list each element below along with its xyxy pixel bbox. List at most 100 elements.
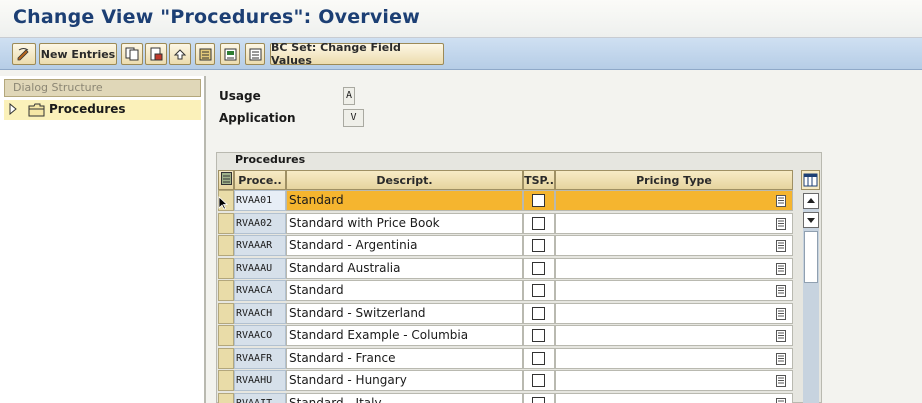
value-help-icon[interactable] [776, 375, 786, 390]
mouse-pointer-icon [218, 196, 229, 213]
value-help-icon[interactable] [776, 307, 786, 323]
row-selector[interactable] [218, 392, 234, 403]
application-field: V [343, 109, 364, 127]
select-all-button[interactable] [195, 43, 215, 65]
tsp-checkbox[interactable] [532, 351, 545, 365]
folder-open-icon [28, 103, 46, 120]
select-all-rows-button[interactable] [218, 170, 234, 190]
row-selector[interactable] [218, 370, 234, 391]
application-label: Application [219, 111, 296, 125]
row-selector[interactable] [218, 257, 234, 279]
pricing-type-field[interactable] [555, 257, 793, 279]
tsp-cell [523, 370, 555, 391]
table-settings-button[interactable] [801, 170, 820, 190]
description-cell[interactable]: Standard - Argentinia [286, 235, 523, 256]
pricing-type-field[interactable] [555, 370, 793, 391]
description-cell[interactable]: Standard - Hungary [286, 370, 523, 391]
column-header-description[interactable]: Descript. [286, 170, 523, 190]
tsp-cell [523, 280, 555, 301]
tsp-checkbox[interactable] [532, 239, 545, 252]
value-help-icon[interactable] [776, 352, 786, 368]
description-cell[interactable]: Standard Example - Columbia [286, 325, 523, 346]
dialog-structure-header: Dialog Structure [4, 79, 201, 97]
value-help-icon[interactable] [776, 217, 786, 233]
tsp-cell [523, 325, 555, 346]
pricing-type-field[interactable] [555, 280, 793, 301]
select-all-icon [199, 48, 212, 61]
row-selector[interactable] [218, 280, 234, 301]
pricing-type-field[interactable] [555, 212, 793, 234]
procedure-cell[interactable]: RVAAHU [234, 370, 286, 391]
tsp-cell [523, 235, 555, 256]
value-help-icon[interactable] [776, 330, 786, 345]
tsp-checkbox[interactable] [532, 261, 545, 275]
dialog-structure-item-procedures[interactable]: Procedures [4, 100, 201, 120]
select-block-button[interactable] [220, 43, 240, 65]
bc-set-change-field-values-button[interactable]: BC Set: Change Field Values [270, 41, 444, 67]
column-header-pricing-type[interactable]: Pricing Type [555, 170, 793, 190]
description-cell[interactable]: Standard - Switzerland [286, 302, 523, 324]
procedure-cell[interactable]: RVAACO [234, 325, 286, 346]
row-selector[interactable] [218, 347, 234, 369]
description-cell[interactable]: Standard Australia [286, 257, 523, 279]
description-cell[interactable]: Standard with Price Book [286, 212, 523, 234]
description-cell[interactable]: Standard [286, 280, 523, 301]
expand-triangle-icon[interactable] [8, 102, 18, 118]
tsp-checkbox[interactable] [532, 216, 545, 230]
tsp-cell [523, 302, 555, 324]
procedure-cell[interactable]: RVAA01 [234, 190, 286, 211]
pricing-type-field[interactable] [555, 190, 793, 211]
undo-button[interactable] [169, 43, 191, 65]
scroll-down-button[interactable] [803, 212, 819, 228]
value-help-icon[interactable] [776, 285, 786, 300]
procedure-cell[interactable]: RVAAAR [234, 235, 286, 256]
description-cell[interactable]: Standard - Italy [286, 392, 523, 403]
procedure-cell[interactable]: RVAAFR [234, 347, 286, 369]
row-selector[interactable] [218, 325, 234, 346]
table-select-icon [220, 172, 232, 188]
tsp-checkbox[interactable] [532, 306, 545, 320]
row-selector[interactable] [218, 302, 234, 324]
scroll-thumb[interactable] [804, 231, 818, 283]
table-vertical-scrollbar[interactable] [803, 193, 819, 403]
value-help-icon[interactable] [776, 195, 786, 210]
tsp-checkbox[interactable] [532, 284, 545, 297]
scroll-up-button[interactable] [803, 193, 819, 209]
description-cell[interactable]: Standard [286, 190, 523, 211]
new-entries-button[interactable]: New Entries [39, 43, 117, 65]
tsp-cell [523, 212, 555, 234]
tsp-checkbox[interactable] [532, 374, 545, 387]
deselect-all-button[interactable] [245, 43, 265, 65]
pricing-type-field[interactable] [555, 302, 793, 324]
value-help-icon[interactable] [776, 240, 786, 255]
tsp-checkbox[interactable] [532, 329, 545, 342]
dialog-structure-panel: Dialog Structure Procedures [0, 76, 206, 403]
procedure-cell[interactable]: RVAACH [234, 302, 286, 324]
display-change-button[interactable] [12, 43, 36, 65]
column-header-procedure[interactable]: Proce.. [234, 170, 286, 190]
pricing-type-field[interactable] [555, 347, 793, 369]
row-selector[interactable] [218, 212, 234, 234]
tsp-checkbox[interactable] [532, 194, 545, 207]
tsp-checkbox[interactable] [532, 396, 545, 403]
procedure-cell[interactable]: RVAAAU [234, 257, 286, 279]
pricing-type-field[interactable] [555, 235, 793, 256]
procedure-cell[interactable]: RVAAIT [234, 392, 286, 403]
value-help-icon[interactable] [776, 262, 786, 278]
tsp-cell [523, 392, 555, 403]
delete-button[interactable] [145, 43, 167, 65]
value-help-icon[interactable] [776, 397, 786, 403]
column-header-tsp[interactable]: TSP.. [523, 170, 555, 190]
title-bar: Change View "Procedures": Overview [0, 0, 922, 38]
row-selector[interactable] [218, 235, 234, 256]
procedure-cell[interactable]: RVAACA [234, 280, 286, 301]
dialog-structure-item-label: Procedures [49, 102, 126, 116]
pricing-type-field[interactable] [555, 392, 793, 403]
pricing-type-field[interactable] [555, 325, 793, 346]
select-block-icon [224, 48, 237, 61]
copy-button[interactable] [121, 43, 143, 65]
tsp-cell [523, 190, 555, 211]
procedure-cell[interactable]: RVAA02 [234, 212, 286, 234]
description-cell[interactable]: Standard - France [286, 347, 523, 369]
copy-icon [125, 47, 139, 61]
